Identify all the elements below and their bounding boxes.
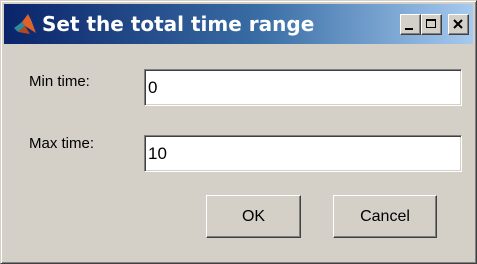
max-time-input[interactable] [144,135,462,172]
matlab-logo-icon [12,13,38,37]
maximize-button[interactable] [421,14,442,35]
dialog-window: Set the total time range Min time: Max t… [0,0,477,264]
title-bar[interactable]: Set the total time range [4,4,473,44]
minimize-button[interactable] [400,14,421,35]
min-time-label: Min time: [29,73,90,90]
cancel-button[interactable]: Cancel [333,195,437,238]
max-time-label: Max time: [29,135,95,152]
ok-button[interactable]: OK [206,195,301,238]
min-time-input[interactable] [144,69,462,106]
close-button[interactable] [448,14,469,35]
window-title: Set the total time range [42,12,315,36]
